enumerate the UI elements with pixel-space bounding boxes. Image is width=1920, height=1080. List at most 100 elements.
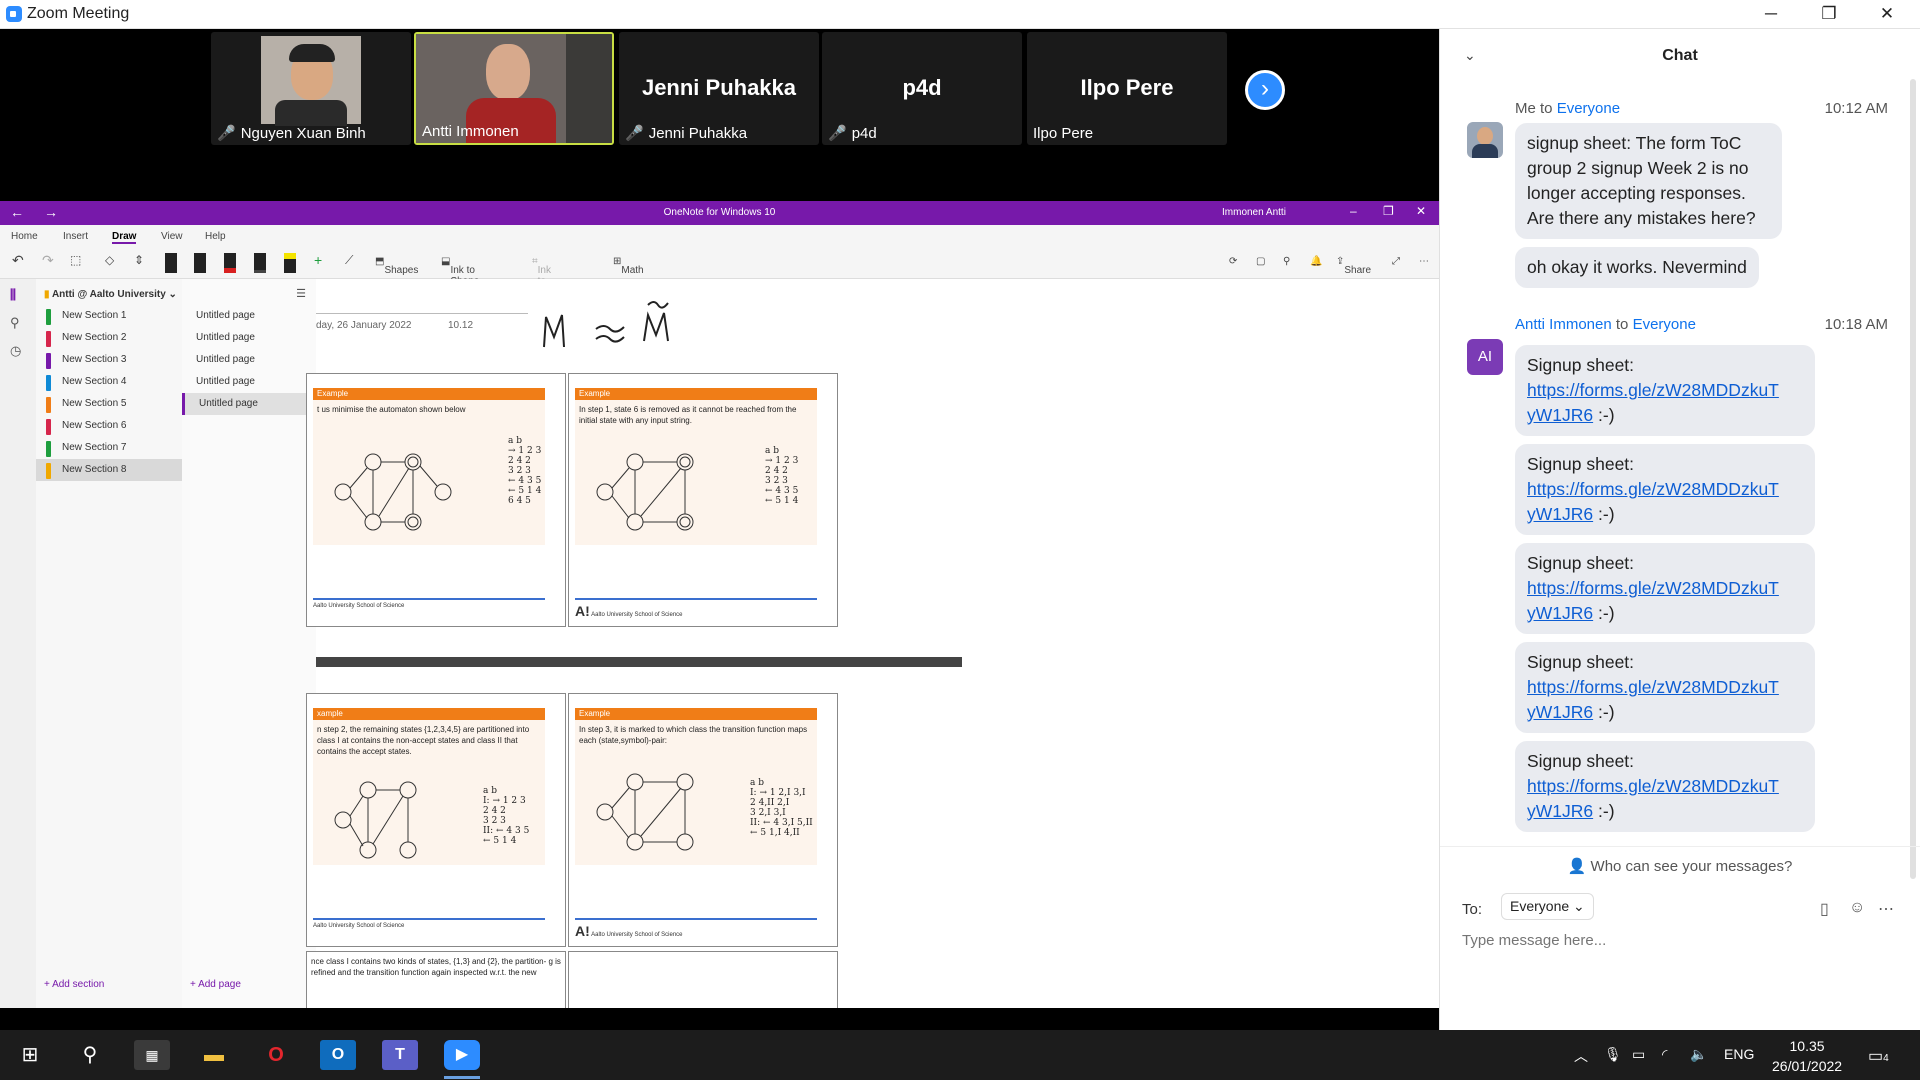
section-item[interactable]: New Section 5	[36, 393, 182, 415]
note-canvas[interactable]: day, 26 January 2022 10.12 Example t us …	[306, 279, 1439, 1008]
pen-black-2-icon[interactable]	[194, 253, 206, 273]
pen-red-icon[interactable]	[224, 253, 236, 273]
tab-draw[interactable]: Draw	[112, 231, 137, 244]
section-item[interactable]: New Section 3	[36, 349, 182, 371]
section-item[interactable]: New Section 7	[36, 437, 182, 459]
transition-table: a b I: → 1 2 32 4 23 2 3 II: ← 4 3 5 ← 5 1 …	[483, 786, 530, 846]
more-icon[interactable]: ⋯	[1419, 256, 1429, 267]
participant-tile[interactable]: Jenni Puhakka 🎤 Jenni Puhakka	[619, 32, 819, 145]
tab-help[interactable]: Help	[205, 231, 226, 242]
minimize-button[interactable]: ─	[1742, 0, 1800, 29]
participant-tile[interactable]: p4d 🎤 p4d	[822, 32, 1022, 145]
add-section-button[interactable]: + Add section	[44, 979, 104, 990]
section-item-selected[interactable]: New Section 8	[36, 459, 182, 481]
onenote-close-icon[interactable]: ✕	[1416, 204, 1426, 218]
page-list: ☰ Untitled page Untitled page Untitled p…	[182, 279, 316, 1008]
system-clock[interactable]: 10.35 26/01/2022	[1772, 1036, 1842, 1076]
volume-icon[interactable]: 🔈	[1690, 1046, 1707, 1063]
page-item[interactable]: Untitled page	[182, 327, 316, 349]
zoom-taskbar-icon[interactable]: ▶	[444, 1040, 480, 1070]
notebooks-icon[interactable]: ⫼	[10, 287, 16, 303]
section-item[interactable]: New Section 2	[36, 327, 182, 349]
redo-icon[interactable]: ↷	[42, 252, 54, 269]
recipient-select[interactable]: Everyone ⌄	[1501, 893, 1594, 920]
slide-text: nce class I contains two kinds of states…	[311, 957, 561, 977]
notebook-selector[interactable]: ▮ Antti @ Aalto University ⌄	[44, 289, 177, 300]
language-indicator[interactable]: ENG	[1724, 1046, 1754, 1062]
file-icon[interactable]: ▯	[1820, 899, 1829, 919]
add-space-icon[interactable]: ⇕	[134, 253, 144, 267]
battery-icon[interactable]: ▭	[1632, 1046, 1645, 1063]
shapes-button[interactable]: ⬒ Shapes	[375, 256, 418, 276]
windows-start-icon[interactable]: ⊞	[12, 1040, 48, 1070]
page-icon[interactable]: ▢	[1256, 256, 1265, 267]
signup-link[interactable]: https://forms.gle/zW28MDDzkuT yW1JR6	[1527, 677, 1779, 722]
ink-to-text-button[interactable]: ⌗ Ink to Text	[532, 256, 556, 298]
onenote-maximize-icon[interactable]: ❐	[1383, 204, 1394, 218]
tab-view[interactable]: View	[161, 231, 183, 242]
more-icon[interactable]: ⋯	[1878, 899, 1894, 919]
slide-text: n step 2, the remaining states {1,2,3,4,…	[317, 725, 530, 756]
page-item[interactable]: Untitled page	[182, 371, 316, 393]
add-pen-icon[interactable]: +	[314, 252, 322, 268]
section-item[interactable]: New Section 6	[36, 415, 182, 437]
signup-link[interactable]: https://forms.gle/zW28MDDzkuT yW1JR6	[1527, 578, 1779, 623]
slide-text: In step 3, it is marked to which class t…	[579, 725, 808, 745]
signup-link[interactable]: https://forms.gle/zW28MDDzkuT yW1JR6	[1527, 479, 1779, 524]
page-item[interactable]: Untitled page	[182, 349, 316, 371]
pen-black-icon[interactable]	[165, 253, 177, 273]
signup-link[interactable]: https://forms.gle/zW28MDDzkuT yW1JR6	[1527, 380, 1779, 425]
message-time: 10:12 AM	[1824, 100, 1888, 117]
participant-display-name: p4d	[902, 75, 942, 100]
search-icon[interactable]: ⚲	[72, 1040, 108, 1070]
who-can-see-link[interactable]: 👤 Who can see your messages?	[1440, 857, 1920, 875]
highlighter-yellow-icon[interactable]	[284, 253, 296, 273]
close-button[interactable]: ✕	[1858, 0, 1916, 29]
undo-icon[interactable]: ↶	[12, 252, 24, 269]
participant-tile[interactable]: Ilpo Pere Ilpo Pere	[1027, 32, 1227, 145]
add-page-button[interactable]: + Add page	[190, 979, 241, 990]
ink-to-shape-button[interactable]: ⬓ Ink to Shape	[441, 256, 479, 287]
bulb-icon[interactable]: ⚲	[1283, 256, 1290, 267]
sort-icon[interactable]: ☰	[296, 287, 306, 300]
file-explorer-icon[interactable]: ▬	[196, 1040, 232, 1070]
participant-tile[interactable]: 🎤 Nguyen Xuan Binh	[211, 32, 411, 145]
pen-dark-icon[interactable]	[254, 253, 266, 273]
ruler-icon[interactable]: ⟋	[345, 253, 353, 268]
emoji-icon[interactable]: ☺	[1849, 899, 1865, 917]
onenote-user-name: Immonen Antti	[1222, 207, 1286, 218]
fullscreen-icon[interactable]: ⤢	[1392, 256, 1400, 267]
recent-icon[interactable]: ◷	[10, 343, 21, 359]
microphone-icon[interactable]: 🎙	[1604, 1046, 1622, 1063]
tab-home[interactable]: Home	[11, 231, 38, 242]
search-icon[interactable]: ⚲	[10, 315, 20, 331]
math-button[interactable]: ⊞ Math	[613, 256, 644, 276]
page-item[interactable]: Untitled page	[182, 305, 316, 327]
section-item[interactable]: New Section 4	[36, 371, 182, 393]
maximize-button[interactable]: ❐	[1800, 0, 1858, 29]
lasso-select-icon[interactable]: ⬚	[70, 253, 81, 267]
opera-icon[interactable]: O	[258, 1040, 294, 1070]
participant-tile-active-speaker[interactable]: Antti Immonen	[414, 32, 614, 145]
signup-link[interactable]: https://forms.gle/zW28MDDzkuT yW1JR6	[1527, 776, 1779, 821]
message-input[interactable]	[1462, 932, 1892, 949]
slide-body: In step 1, state 6 is removed as it cann…	[575, 400, 817, 545]
tab-insert[interactable]: Insert	[63, 231, 88, 242]
tray-chevron-icon[interactable]: ︿	[1574, 1046, 1588, 1066]
outlook-icon[interactable]: O	[320, 1040, 356, 1070]
notifications-icon[interactable]: ▭4	[1868, 1046, 1889, 1066]
teams-icon[interactable]: T	[382, 1040, 418, 1070]
section-item[interactable]: New Section 1	[36, 305, 182, 327]
chat-scrollbar[interactable]	[1910, 79, 1916, 879]
sync-icon[interactable]: ⟳	[1229, 256, 1237, 267]
app-icon-remote[interactable]: ▦	[134, 1040, 170, 1070]
share-button[interactable]: ⇪ Share	[1336, 256, 1371, 276]
slide-header: xample	[313, 708, 545, 720]
page-item-selected[interactable]: Untitled page	[182, 393, 316, 415]
onenote-minimize-icon[interactable]: –	[1350, 204, 1357, 218]
bell-icon[interactable]: 🔔	[1310, 256, 1322, 267]
eraser-icon[interactable]: ◇	[105, 253, 114, 267]
participant-label: 🎤 Nguyen Xuan Binh	[217, 124, 366, 143]
next-participants-button[interactable]: ›	[1245, 70, 1285, 110]
wifi-icon[interactable]: ◜	[1662, 1046, 1667, 1063]
